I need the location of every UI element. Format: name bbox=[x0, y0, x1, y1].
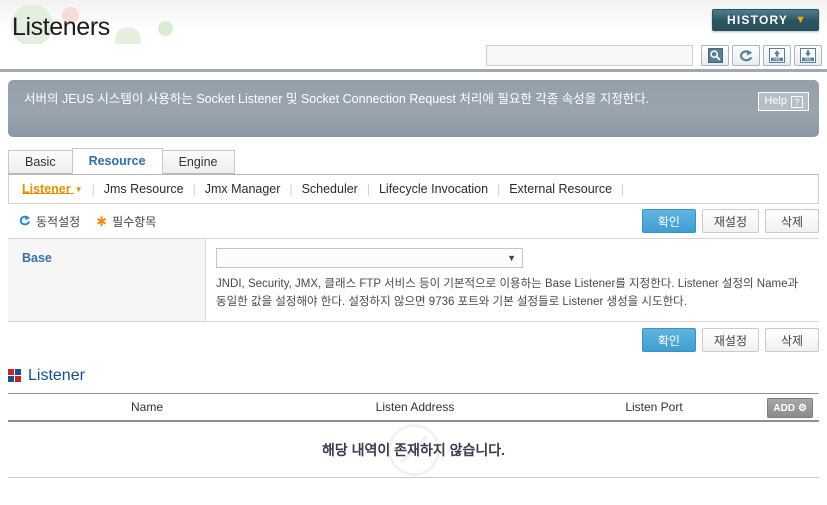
subnav-item-scheduler[interactable]: Scheduler bbox=[293, 182, 367, 196]
search-icon[interactable] bbox=[701, 45, 729, 66]
form-action-row-top: 동적설정 ✱ 필수항목 확인 재설정 삭제 bbox=[8, 204, 819, 238]
chevron-down-icon: ▼ bbox=[74, 184, 83, 194]
legend-dynamic-setting: 동적설정 bbox=[18, 213, 80, 230]
base-select[interactable]: ▼ bbox=[216, 248, 523, 268]
listener-table: Name Listen Address Listen Port ADD ⚙ 해당… bbox=[8, 393, 819, 478]
section-title: Listener bbox=[28, 366, 85, 384]
svg-text:XML: XML bbox=[805, 58, 812, 62]
chevron-down-icon: ▼ bbox=[507, 253, 516, 263]
subnav-item-external-resource[interactable]: External Resource bbox=[500, 182, 621, 196]
section-square-icon bbox=[8, 369, 21, 382]
table-header-row: Name Listen Address Listen Port ADD ⚙ bbox=[8, 393, 819, 422]
form-action-row-bottom: 확인 재설정 삭제 bbox=[8, 322, 819, 358]
asterisk-icon: ✱ bbox=[96, 213, 108, 229]
delete-button[interactable]: 삭제 bbox=[765, 209, 819, 233]
tab-basic[interactable]: Basic bbox=[8, 150, 73, 174]
decor-circle-green-medium bbox=[115, 27, 141, 44]
toolbar-icon-group: XML XML bbox=[701, 45, 822, 66]
confirm-button[interactable]: 확인 bbox=[641, 209, 696, 233]
history-button-label: HISTORY bbox=[727, 13, 789, 27]
reset-button[interactable]: 재설정 bbox=[701, 209, 759, 233]
subnav-divider: | bbox=[621, 182, 625, 196]
history-button[interactable]: HISTORY ▼ bbox=[712, 9, 819, 31]
add-button-label: ADD bbox=[773, 402, 796, 414]
base-field-label: Base bbox=[8, 239, 206, 321]
base-field-description: JNDI, Security, JMX, 클래스 FTP 서비스 등이 기본적으… bbox=[216, 278, 799, 308]
confirm-button[interactable]: 확인 bbox=[641, 328, 696, 352]
dynamic-setting-icon bbox=[18, 215, 31, 228]
add-button[interactable]: ADD ⚙ bbox=[767, 398, 813, 418]
help-button-label: Help bbox=[764, 95, 787, 107]
base-field-cell: ▼ JNDI, Security, JMX, 클래스 FTP 서비스 등이 기본… bbox=[206, 239, 819, 321]
column-header-listen-port: Listen Port bbox=[625, 400, 683, 414]
main-tab-bar: Basic Resource Engine bbox=[8, 148, 819, 175]
toolbar: XML XML bbox=[0, 44, 827, 72]
description-text: 서버의 JEUS 시스템이 사용하는 Socket Listener 및 Soc… bbox=[24, 92, 650, 106]
tab-resource[interactable]: Resource bbox=[71, 148, 163, 174]
required-field-label: 필수항목 bbox=[112, 214, 157, 229]
chevron-down-icon: ▼ bbox=[795, 13, 806, 26]
sub-nav-bar: Listener ▼ | Jms Resource | Jmx Manager … bbox=[8, 175, 819, 204]
reset-button[interactable]: 재설정 bbox=[701, 328, 759, 352]
description-banner: 서버의 JEUS 시스템이 사용하는 Socket Listener 및 Soc… bbox=[8, 80, 819, 137]
button-group-top: 확인 재설정 삭제 bbox=[641, 209, 819, 233]
svg-text:XML: XML bbox=[774, 58, 781, 62]
table-empty-row: 해당 내역이 존재하지 않습니다. bbox=[8, 422, 819, 478]
page-title: Listeners bbox=[12, 13, 110, 41]
column-header-listen-address: Listen Address bbox=[375, 400, 455, 414]
base-form-table: Base ▼ JNDI, Security, JMX, 클래스 FTP 서비스 … bbox=[8, 238, 819, 322]
legend-required-field: ✱ 필수항목 bbox=[96, 213, 156, 230]
listener-section-header: Listener bbox=[8, 362, 819, 389]
subnav-item-lifecycle-invocation[interactable]: Lifecycle Invocation bbox=[370, 182, 497, 196]
gear-icon: ⚙ bbox=[798, 402, 807, 414]
decor-circle-green-small bbox=[158, 21, 173, 36]
button-group-bottom: 확인 재설정 삭제 bbox=[641, 328, 819, 352]
dynamic-setting-label: 동적설정 bbox=[36, 214, 81, 229]
search-input[interactable] bbox=[486, 45, 693, 66]
delete-button[interactable]: 삭제 bbox=[765, 328, 819, 352]
empty-state-message: 해당 내역이 존재하지 않습니다. bbox=[322, 441, 505, 458]
question-mark-icon: ? bbox=[791, 95, 803, 108]
column-header-name: Name bbox=[130, 400, 163, 414]
subnav-item-listener[interactable]: Listener ▼ bbox=[22, 182, 92, 196]
subnav-item-label: Listener bbox=[22, 182, 71, 196]
subnav-item-jmx-manager[interactable]: Jmx Manager bbox=[196, 182, 290, 196]
subnav-item-jms-resource[interactable]: Jms Resource bbox=[95, 182, 193, 196]
help-button[interactable]: Help ? bbox=[758, 92, 809, 111]
xml-download-icon[interactable]: XML bbox=[794, 45, 822, 66]
refresh-icon[interactable] bbox=[732, 45, 760, 66]
xml-upload-icon[interactable]: XML bbox=[763, 45, 791, 66]
tab-engine[interactable]: Engine bbox=[161, 150, 235, 174]
page-header: Listeners HISTORY ▼ bbox=[0, 0, 827, 44]
